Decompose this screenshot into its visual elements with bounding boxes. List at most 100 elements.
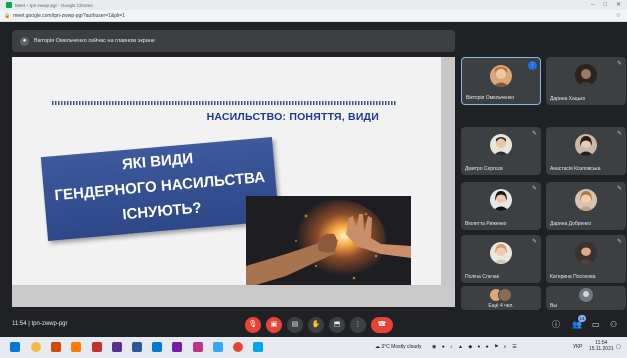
windows-taskbar: ☁ 3°C Mostly cloudy ◉ ● ♪ ▲ ◆ ♦ ● ⚑ ◐ ☰ …: [0, 337, 627, 358]
window-controls: – □ ✕: [591, 1, 621, 9]
browser-titlebar: Meet – tpn-zwwp-pgr - Google Chrome – □ …: [0, 0, 627, 10]
address-bar[interactable]: 🔒 meet.google.com/tpn-zwwp-pgr?authuser=…: [0, 10, 627, 22]
participants-button[interactable]: 👥 14: [572, 315, 586, 331]
minimize-button[interactable]: –: [591, 1, 594, 9]
maximize-button[interactable]: □: [603, 1, 607, 9]
raise-hand-button[interactable]: ✋: [308, 317, 324, 333]
participant-name: Вікторія Омельченко: [466, 95, 514, 101]
lock-icon[interactable]: 🔒: [4, 13, 10, 19]
present-button[interactable]: ⬒: [329, 317, 345, 333]
notifications-icon[interactable]: ▢: [616, 344, 621, 350]
participant-name: Поліна Слєчак: [465, 274, 499, 280]
screen: Meet – tpn-zwwp-pgr - Google Chrome – □ …: [0, 0, 627, 358]
info-icon: ⓘ: [552, 320, 560, 329]
slide-floor-band: [12, 285, 455, 307]
participant-name: Дмитро Сергєєв: [465, 166, 503, 172]
participant-avatar: [575, 242, 597, 264]
hang-up-icon: ☎: [377, 321, 387, 328]
participant-tile[interactable]: ✎ Віолетта Риженко: [461, 182, 541, 230]
leave-call-button[interactable]: ☎: [371, 317, 393, 333]
hand-icon: ✋: [311, 321, 321, 328]
mic-muted-icon: ✎: [616, 131, 622, 137]
slide-decor-line: [52, 101, 397, 105]
chat-button[interactable]: ▭: [592, 319, 600, 331]
participant-avatar: [490, 189, 512, 211]
captions-button[interactable]: ▤: [287, 317, 303, 333]
meet-favicon-icon: [6, 2, 12, 8]
mic-toggle-button[interactable]: 🎙: [245, 317, 261, 333]
powerpoint-icon[interactable]: [51, 342, 61, 352]
more-options-button[interactable]: ⋮: [350, 317, 366, 333]
meet-control-bar: 11:54 | tpn-zwwp-pgr 🎙 ▣ ▤ ✋ ⬒ ⋮ ☎ ⓘ 👥 1…: [0, 314, 627, 337]
explorer-icon[interactable]: [253, 342, 263, 352]
camera-toggle-button[interactable]: ▣: [266, 317, 282, 333]
mic-muted-icon: ✎: [531, 186, 537, 192]
more-vert-icon: ⋮: [354, 321, 362, 328]
figma-icon[interactable]: [193, 342, 203, 352]
participant-name: Дарина Хацько: [550, 96, 586, 102]
participant-avatar: [575, 134, 597, 156]
mic-muted-icon: ✎: [616, 186, 622, 192]
participant-tile[interactable]: ✎ Дарина Добренко: [546, 182, 626, 230]
meeting-time-and-code: 11:54 | tpn-zwwp-pgr: [12, 321, 68, 327]
participant-count-badge: 14: [577, 315, 586, 322]
participant-avatar: [490, 242, 512, 264]
mic-muted-icon: ✎: [616, 61, 622, 67]
self-tile[interactable]: Вы: [546, 286, 626, 310]
fist-vs-palm-image: [246, 196, 411, 295]
input-language[interactable]: УКР: [573, 344, 582, 350]
slide: НАСИЛЬСТВО: ПОНЯТТЯ, ВИДИ ЯКІ ВИДИ ГЕНДЕ…: [12, 57, 455, 295]
acrobat-icon[interactable]: [92, 342, 102, 352]
participant-name: Віолетта Риженко: [465, 221, 507, 227]
illustrator-icon[interactable]: [71, 342, 81, 352]
clock-date: 15.11.2021: [589, 346, 614, 352]
more-participants-label: Ещё 4 чел.: [488, 303, 514, 309]
participant-tile[interactable]: ✎ Катерина Посохова: [546, 235, 626, 283]
photoshop-icon[interactable]: [213, 342, 223, 352]
activities-button[interactable]: ⚇: [610, 319, 617, 331]
captions-icon: ▤: [291, 321, 299, 328]
activities-icon: ⚇: [610, 320, 618, 329]
bookmark-star-icon[interactable]: ☆: [616, 12, 621, 19]
meet-window: ● Вікторія Омельченко сейчас на главном …: [0, 22, 627, 337]
close-window-button[interactable]: ✕: [616, 1, 621, 9]
word-icon[interactable]: [132, 342, 142, 352]
meeting-info-button[interactable]: ⓘ: [552, 319, 560, 331]
camera-off-icon: ▣: [270, 321, 278, 328]
participant-avatar: [575, 64, 597, 86]
chrome-icon[interactable]: [31, 342, 41, 352]
weather-text: 3°C Mostly cloudy: [381, 344, 422, 350]
url-text[interactable]: meet.google.com/tpn-zwwp-pgr?authuser=1&…: [13, 13, 125, 19]
participant-avatar: [575, 189, 597, 211]
chat-icon: ▭: [592, 320, 600, 329]
vscode-icon[interactable]: [152, 342, 162, 352]
meeting-code: tpn-zwwp-pgr: [31, 321, 68, 327]
weather-widget[interactable]: ☁ 3°C Mostly cloudy: [375, 344, 421, 350]
presenting-banner-text: Вікторія Омельченко сейчас на главном эк…: [34, 38, 155, 44]
participant-tile[interactable]: ✎ Дарина Хацько: [546, 57, 626, 105]
self-name: Вы: [550, 303, 557, 309]
mic-muted-icon: ✎: [531, 131, 537, 137]
clock[interactable]: 11:54 15.11.2021: [589, 340, 614, 352]
participant-tile[interactable]: ✎ Анастасія Козловська: [546, 127, 626, 175]
tray-icons[interactable]: ◉ ● ♪ ▲ ◆ ♦ ● ⚑ ◐ ☰: [432, 344, 519, 350]
onenote-icon[interactable]: [172, 342, 182, 352]
mic-muted-icon: ✎: [531, 239, 537, 245]
mic-muted-icon: ✎: [616, 239, 622, 245]
browser-tab-title: Meet – tpn-zwwp-pgr - Google Chrome: [15, 2, 93, 8]
slide-title: НАСИЛЬСТВО: ПОНЯТТЯ, ВИДИ: [206, 111, 379, 123]
speaking-indicator-icon: ⋮: [528, 61, 537, 70]
participant-avatar: [490, 134, 512, 156]
participant-tile[interactable]: ✎ Дмитро Сергєєв: [461, 127, 541, 175]
more-participants-tile[interactable]: Ещё 4 чел.: [461, 286, 541, 310]
presenting-banner: ● Вікторія Омельченко сейчас на главном …: [12, 30, 455, 52]
visual-studio-icon[interactable]: [112, 342, 122, 352]
present-screen-icon: ⬒: [333, 321, 341, 328]
chrome-alt-icon[interactable]: [233, 342, 243, 352]
participant-name: Катерина Посохова: [550, 274, 596, 280]
participant-name: Дарина Добренко: [550, 221, 592, 227]
participant-tile[interactable]: ⋮ Вікторія Омельченко: [461, 57, 541, 105]
start-icon[interactable]: [10, 342, 20, 352]
participant-tile[interactable]: ✎ Поліна Слєчак: [461, 235, 541, 283]
shared-screen[interactable]: НАСИЛЬСТВО: ПОНЯТТЯ, ВИДИ ЯКІ ВИДИ ГЕНДЕ…: [12, 57, 455, 307]
